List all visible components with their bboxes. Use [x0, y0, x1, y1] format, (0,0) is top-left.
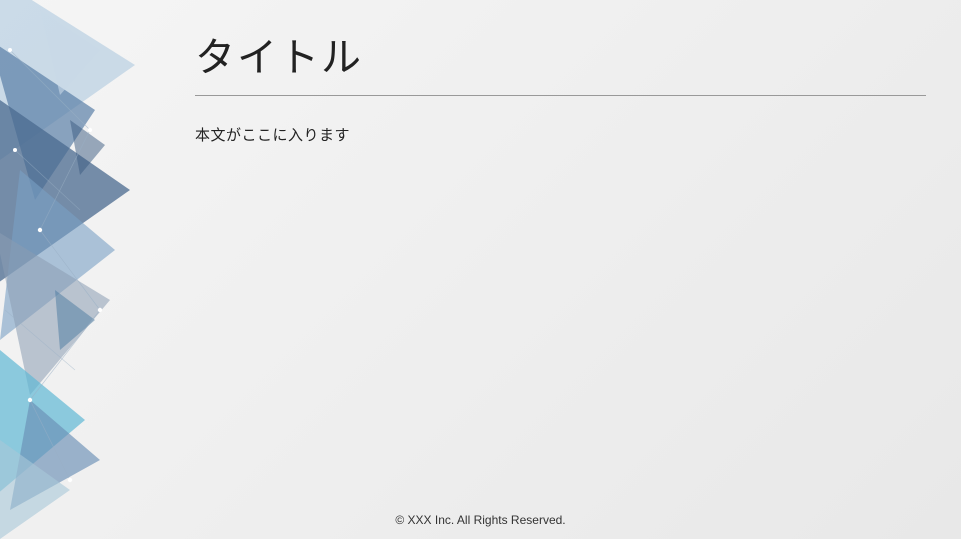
title-divider [195, 95, 926, 96]
slide-content: タイトル 本文がここに入ります [195, 25, 926, 145]
slide-title: タイトル [195, 25, 926, 95]
slide-footer: © XXX Inc. All Rights Reserved. [0, 513, 961, 527]
decorative-triangles-bg [0, 0, 180, 539]
slide-body-text: 本文がここに入ります [195, 124, 926, 145]
